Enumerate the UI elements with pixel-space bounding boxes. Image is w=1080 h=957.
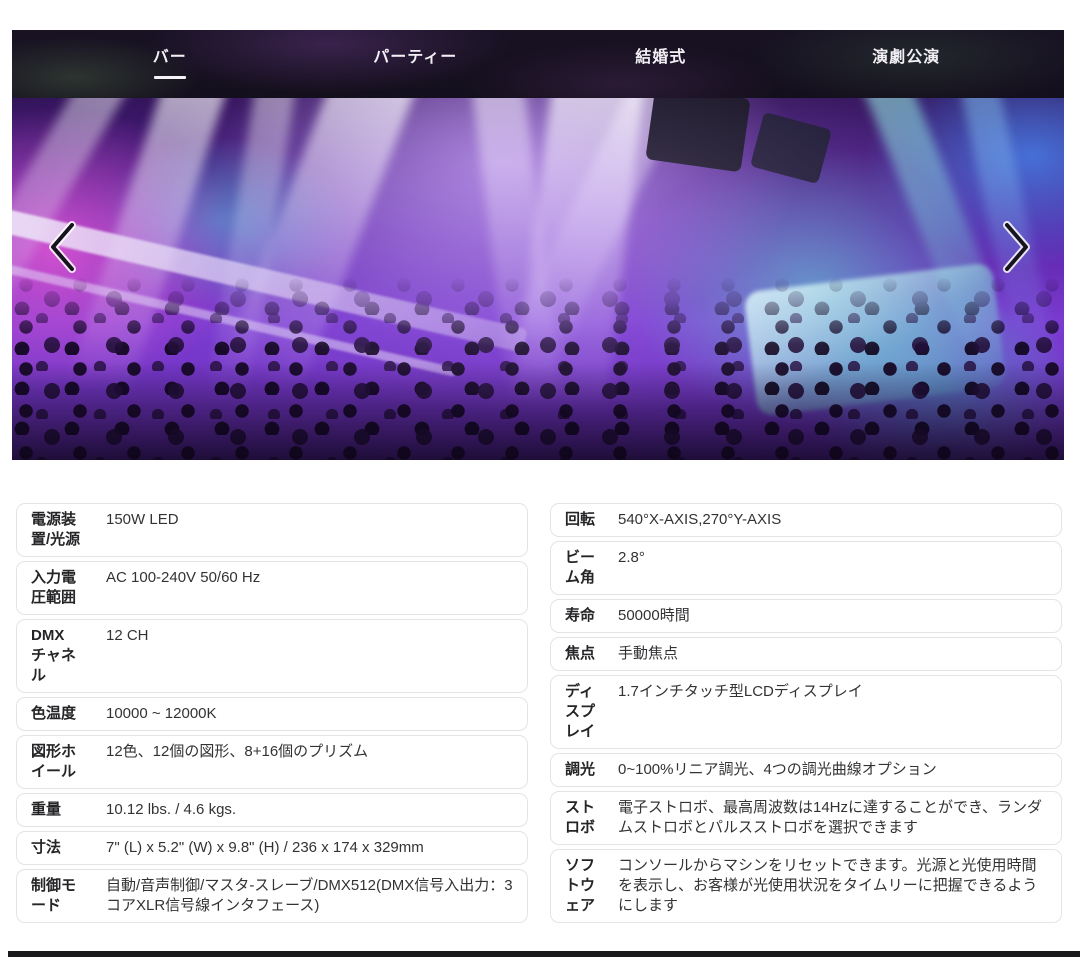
- table-row-power: 電源装 置/光源 150W LED: [16, 503, 528, 557]
- table-row-display: ディ スプ レイ 1.7インチタッチ型LCDディスプレイ: [550, 675, 1062, 749]
- spec-label: ソフ トウ ェア: [565, 856, 605, 916]
- table-row-rotation: 回転 540°X-AXIS,270°Y-AXIS: [550, 503, 1062, 537]
- table-row-dmx: DMX チャネ ル 12 CH: [16, 619, 528, 693]
- table-row-dimensions: 寸法 7" (L) x 5.2" (W) x 9.8" (H) / 236 x …: [16, 831, 528, 865]
- tab-party[interactable]: パーティー: [293, 49, 539, 79]
- spec-value: 12色、12個の図形、8+16個のプリズム: [106, 742, 513, 782]
- tab-wedding[interactable]: 結婚式: [538, 49, 784, 79]
- spec-label: 制御モ ード: [31, 876, 87, 916]
- hero-carousel-image: [12, 98, 1064, 460]
- table-row-lifespan: 寿命 50000時間: [550, 599, 1062, 633]
- table-row-voltage: 入力電 圧範囲 AC 100-240V 50/60 Hz: [16, 561, 528, 615]
- category-tabs: バー パーティー 結婚式 演劇公演: [12, 30, 1064, 98]
- table-row-software: ソフ トウ ェア コンソールからマシンをリセットできます。光源と光使用時間を表示…: [550, 849, 1062, 923]
- table-row-focus: 焦点 手動焦点: [550, 637, 1062, 671]
- spec-value: 50000時間: [618, 606, 1047, 626]
- spec-value: 12 CH: [106, 626, 513, 686]
- spec-value: 0~100%リニア調光、4つの調光曲線オプション: [618, 760, 1047, 780]
- spec-table-left: 電源装 置/光源 150W LED 入力電 圧範囲 AC 100-240V 50…: [16, 503, 528, 927]
- spec-label: 寿命: [565, 606, 605, 626]
- spec-value: 2.8°: [618, 548, 1047, 588]
- spec-value: 150W LED: [106, 510, 513, 550]
- spec-label: 回転: [565, 510, 605, 530]
- spec-value: AC 100-240V 50/60 Hz: [106, 568, 513, 608]
- active-tab-underline: [154, 76, 186, 79]
- spec-value: 1.7インチタッチ型LCDディスプレイ: [618, 682, 1047, 742]
- table-row-weight: 重量 10.12 lbs. / 4.6 kgs.: [16, 793, 528, 827]
- hero-haze: [12, 98, 1064, 460]
- spec-value: 10.12 lbs. / 4.6 kgs.: [106, 800, 513, 820]
- spec-label: DMX チャネ ル: [31, 626, 87, 686]
- table-row-dimming: 調光 0~100%リニア調光、4つの調光曲線オプション: [550, 753, 1062, 787]
- spec-label: 色温度: [31, 704, 87, 724]
- table-row-gobo-wheel: 図形ホ イール 12色、12個の図形、8+16個のプリズム: [16, 735, 528, 789]
- spec-label: 入力電 圧範囲: [31, 568, 87, 608]
- spec-value: 手動焦点: [618, 644, 1047, 664]
- spec-label: 電源装 置/光源: [31, 510, 87, 550]
- carousel-next-button[interactable]: [995, 220, 1039, 276]
- spec-value: 自動/音声制御/マスタ-スレーブ/DMX512(DMX信号入出力：3コアXLR信…: [106, 876, 513, 916]
- spec-label: 重量: [31, 800, 87, 820]
- spec-value: 電子ストロボ、最高周波数は14Hzに達することができ、ランダムストロボとパルスス…: [618, 798, 1047, 838]
- tab-label: バー: [153, 49, 187, 67]
- spec-label: 図形ホ イール: [31, 742, 87, 782]
- spec-label: スト ロボ: [565, 798, 605, 838]
- spec-label: ビー ム角: [565, 548, 605, 588]
- tab-theater[interactable]: 演劇公演: [784, 49, 1030, 79]
- table-row-control-mode: 制御モ ード 自動/音声制御/マスタ-スレーブ/DMX512(DMX信号入出力：…: [16, 869, 528, 923]
- table-row-beam-angle: ビー ム角 2.8°: [550, 541, 1062, 595]
- footer-divider: [8, 951, 1080, 957]
- tab-label: 演劇公演: [872, 49, 940, 67]
- product-page: バー パーティー 結婚式 演劇公演: [0, 0, 1080, 957]
- tab-underline: [890, 76, 922, 79]
- tab-bar[interactable]: バー: [47, 49, 293, 79]
- carousel-prev-button[interactable]: [40, 220, 84, 276]
- spec-value: 7" (L) x 5.2" (W) x 9.8" (H) / 236 x 174…: [106, 838, 513, 858]
- spec-value: コンソールからマシンをリセットできます。光源と光使用時間を表示し、お客様が光使用…: [618, 856, 1047, 916]
- table-row-color-temp: 色温度 10000 ~ 12000K: [16, 697, 528, 731]
- spec-label: 調光: [565, 760, 605, 780]
- chevron-right-icon: [1000, 220, 1034, 274]
- tab-label: 結婚式: [635, 49, 686, 67]
- tab-underline: [399, 76, 431, 79]
- spec-value: 540°X-AXIS,270°Y-AXIS: [618, 510, 1047, 530]
- spec-label: ディ スプ レイ: [565, 682, 605, 742]
- tab-label: パーティー: [373, 49, 457, 67]
- spec-table-right: 回転 540°X-AXIS,270°Y-AXIS ビー ム角 2.8° 寿命 5…: [550, 503, 1062, 927]
- spec-value: 10000 ~ 12000K: [106, 704, 513, 724]
- table-row-strobe: スト ロボ 電子ストロボ、最高周波数は14Hzに達することができ、ランダムストロ…: [550, 791, 1062, 845]
- spec-label: 寸法: [31, 838, 87, 858]
- tab-underline: [645, 76, 677, 79]
- spec-label: 焦点: [565, 644, 605, 664]
- chevron-left-icon: [45, 220, 79, 274]
